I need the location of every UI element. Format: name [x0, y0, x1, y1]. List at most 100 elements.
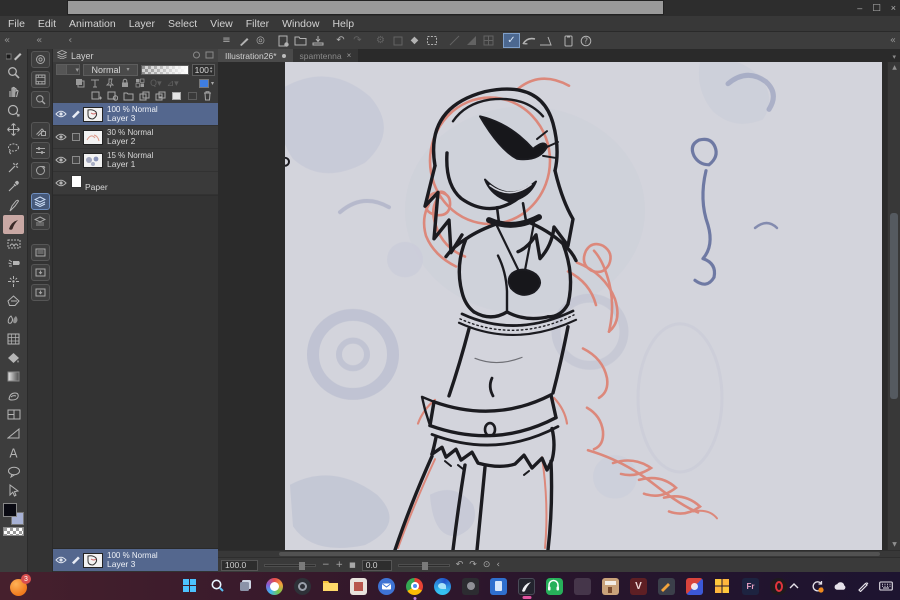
snap-box-icon[interactable] — [389, 33, 406, 48]
blend-tool-icon[interactable] — [3, 310, 24, 329]
pin-icon[interactable] — [105, 78, 115, 90]
redo-icon[interactable]: ↷ — [349, 33, 366, 48]
decoration-tool-icon[interactable] — [3, 234, 24, 253]
ruler-grid-icon[interactable] — [480, 33, 497, 48]
rotate-canvas-tool-icon[interactable] — [3, 101, 24, 120]
new-folder-icon[interactable] — [123, 91, 134, 103]
undo-icon[interactable]: ↶ — [332, 33, 349, 48]
sync-icon[interactable] — [810, 579, 824, 593]
new-layer-settings-icon[interactable] — [107, 91, 119, 103]
zoom-value[interactable]: 100.0 — [221, 559, 258, 571]
rotation-slider[interactable] — [397, 561, 450, 570]
timeline-panel-icon[interactable] — [30, 71, 50, 88]
hand-tool-icon[interactable] — [3, 82, 24, 101]
layer-property-panel-icon[interactable] — [30, 213, 50, 230]
layer-row-layer2[interactable]: 30 % Normal Layer 2 — [53, 126, 218, 149]
photo-editor-icon[interactable] — [686, 577, 703, 595]
menu-edit[interactable]: Edit — [38, 18, 67, 30]
layer-checkbox[interactable] — [68, 156, 83, 164]
opacity-slider[interactable] — [141, 64, 189, 75]
ruler-menu-icon[interactable]: Q▾ — [150, 79, 162, 89]
draw-target-pen-icon[interactable] — [68, 109, 83, 119]
main-menu-icon[interactable]: ≡ — [218, 33, 235, 48]
visibility-eye-icon[interactable] — [53, 556, 68, 564]
rotate-left-icon[interactable]: ↶ — [456, 560, 464, 570]
lock-icon[interactable] — [120, 78, 130, 90]
brush-curve-icon[interactable] — [520, 33, 537, 48]
tab-illustration26[interactable]: Illustration26* — [218, 49, 293, 62]
layer-checkbox[interactable] — [68, 133, 83, 141]
store-light-icon[interactable] — [350, 577, 367, 595]
frame-border-tool-icon[interactable] — [3, 405, 24, 424]
layer-row-layer3[interactable]: 100 % Normal Layer 3 — [53, 103, 218, 126]
mask-apply-icon[interactable] — [187, 91, 198, 103]
menu-select[interactable]: Select — [168, 18, 208, 30]
navigator-panel-icon[interactable] — [30, 51, 50, 68]
material-panel-2-icon[interactable] — [30, 284, 50, 301]
airbrush-tool-icon[interactable] — [3, 253, 24, 272]
touch-keyboard-icon[interactable] — [879, 579, 893, 593]
tablet-icon[interactable] — [560, 33, 577, 48]
paper-thumbnail[interactable] — [67, 0, 664, 15]
clip-at-layer-icon[interactable] — [75, 78, 85, 90]
onedrive-cloud-icon[interactable] — [833, 579, 847, 593]
layer-panel-tab[interactable]: Layer — [71, 51, 94, 61]
hidden-app-icon[interactable] — [574, 577, 591, 595]
close-tab-icon[interactable]: × — [347, 51, 352, 60]
tab-spamtenna[interactable]: spamtenna × — [292, 49, 359, 62]
opera-icon[interactable] — [770, 577, 787, 595]
gradient-tool-icon[interactable] — [3, 367, 24, 386]
ruler-tool-icon[interactable] — [3, 424, 24, 443]
close-button[interactable]: × — [891, 3, 896, 13]
brush-size-panel-icon[interactable] — [30, 142, 50, 159]
mask-icon[interactable] — [135, 78, 145, 90]
palette-handle-icon[interactable] — [3, 50, 24, 63]
eraser-tool-icon[interactable] — [3, 291, 24, 310]
layer-thumbnail[interactable] — [83, 106, 103, 122]
photos-icon[interactable] — [266, 577, 283, 595]
collapse-panel-icon[interactable]: « — [4, 35, 10, 46]
settings-dark-icon[interactable] — [294, 577, 311, 595]
zoom-in-icon[interactable]: + — [336, 560, 344, 570]
ruler-line-icon[interactable] — [446, 33, 463, 48]
rotation-value[interactable]: 0.0 — [361, 559, 392, 571]
layer-thumbnail[interactable] — [83, 152, 103, 168]
pen-tool-icon[interactable] — [3, 196, 24, 215]
tool-property-panel-icon[interactable] — [30, 122, 50, 139]
move-tool-icon[interactable] — [3, 120, 24, 139]
combine-layer-icon[interactable] — [155, 91, 166, 103]
visibility-eye-icon[interactable] — [53, 110, 68, 118]
fit-screen-icon[interactable]: ■ — [349, 561, 356, 569]
open-file-icon[interactable] — [292, 33, 309, 48]
zoom-slider[interactable] — [264, 561, 316, 570]
material-panel-icon[interactable] — [30, 264, 50, 281]
scroll-down-icon[interactable]: ▼ — [888, 539, 900, 550]
help-icon[interactable]: ? — [577, 33, 594, 48]
auto-select-tool-icon[interactable] — [3, 158, 24, 177]
minimize-button[interactable]: – — [857, 3, 862, 13]
layer-search-panel-icon[interactable] — [30, 244, 50, 261]
pen-app-icon[interactable] — [658, 577, 675, 595]
layer-thumbnail[interactable] — [83, 129, 103, 145]
new-canvas-icon[interactable] — [275, 33, 292, 48]
collapse-right-icon[interactable]: « — [890, 35, 900, 46]
panel-collapse-icon[interactable] — [205, 51, 214, 61]
spray-tool-icon[interactable] — [3, 272, 24, 291]
fresco-icon[interactable]: Fr — [742, 577, 759, 595]
snap-diamond-icon[interactable]: ◆ — [406, 33, 423, 48]
text-tool-icon[interactable]: A — [3, 443, 24, 462]
layer-thumbnail[interactable] — [83, 552, 103, 568]
menu-file[interactable]: File — [8, 18, 36, 30]
eyedropper-tool-icon[interactable] — [3, 177, 24, 196]
tool-pen-icon[interactable] — [235, 33, 252, 48]
notification-app-icon[interactable]: 3 — [10, 574, 31, 596]
mask-menu-icon[interactable]: ⊿▾ — [167, 79, 179, 89]
notes-blue-icon[interactable] — [490, 577, 507, 595]
angle-icon[interactable] — [537, 33, 554, 48]
collapse-panel-icon[interactable]: ‹ — [68, 35, 72, 46]
vertical-scrollbar[interactable]: ▲ ▼ — [887, 62, 900, 550]
menu-layer[interactable]: Layer — [129, 18, 166, 30]
visibility-eye-icon[interactable] — [53, 133, 68, 141]
camera-app-icon[interactable] — [462, 577, 479, 595]
balloon-tool-icon[interactable] — [3, 462, 24, 481]
